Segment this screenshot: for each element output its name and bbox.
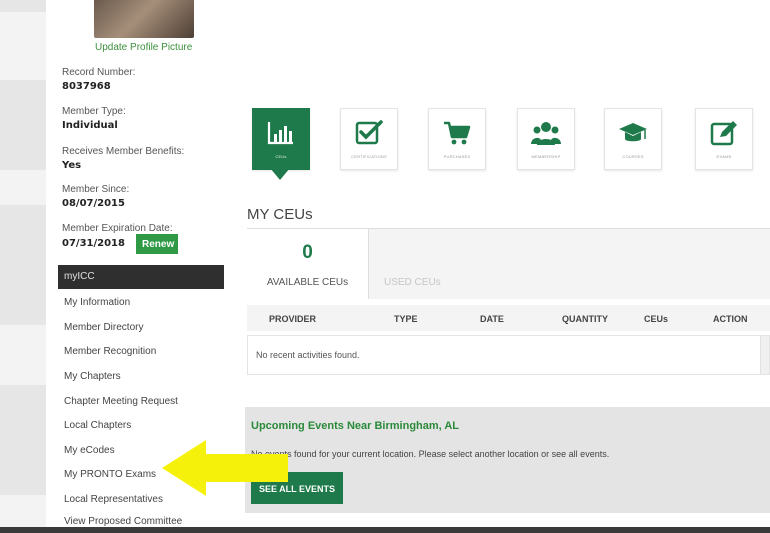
member-type-value: Individual	[62, 120, 118, 131]
available-ceus-count: 0	[302, 242, 313, 263]
nav-item-local-chapters[interactable]: Local Chapters	[64, 420, 131, 431]
ceu-table-body: No recent activities found.	[247, 335, 770, 375]
myicc-nav-title: myICC	[58, 265, 224, 289]
tile-courses-label: COURSES	[622, 154, 644, 159]
column-date: DATE	[480, 314, 504, 324]
tile-exams-label: EXAMS	[716, 154, 732, 159]
tab-used-ceus[interactable]: USED CEUs	[369, 229, 770, 299]
strip-block	[0, 385, 46, 495]
ceu-tabs: 0 AVAILABLE CEUs USED CEUs	[247, 228, 770, 299]
tile-exams[interactable]: EXAMS	[695, 108, 753, 170]
benefits-value: Yes	[62, 160, 82, 171]
yellow-arrow-annotation	[162, 440, 288, 496]
member-since-value: 08/07/2015	[62, 198, 125, 209]
tile-purchases[interactable]: PURCHASES	[428, 108, 486, 170]
left-strip	[0, 0, 46, 533]
member-type-label: Member Type:	[62, 106, 126, 117]
expiration-value: 07/31/2018	[62, 238, 125, 249]
nav-item-member-recognition[interactable]: Member Recognition	[64, 346, 156, 357]
record-number-value: 8037968	[62, 81, 111, 92]
nav-item-view-proposed-committee[interactable]: View Proposed Committee	[64, 516, 182, 527]
section-heading-my-ceus: MY CEUs	[247, 206, 313, 223]
tile-ceus[interactable]: CEUs	[252, 108, 310, 170]
cart-icon	[444, 121, 471, 145]
record-number-label: Record Number:	[62, 67, 136, 78]
column-action: ACTION	[713, 314, 748, 324]
column-provider: PROVIDER	[269, 314, 317, 324]
nav-item-chapter-meeting-request[interactable]: Chapter Meeting Request	[64, 396, 178, 407]
tile-membership-label: MEMBERSHIP	[531, 154, 561, 159]
empty-message: No recent activities found.	[256, 350, 360, 360]
strip-block	[0, 80, 46, 170]
bar-chart-icon	[267, 122, 293, 145]
graduation-cap-icon	[619, 123, 647, 142]
tab-available-ceus[interactable]: 0 AVAILABLE CEUs	[247, 229, 369, 299]
strip-block	[0, 0, 46, 12]
tile-purchases-label: PURCHASES	[443, 154, 471, 159]
group-icon	[531, 122, 561, 145]
nav-item-local-representatives[interactable]: Local Representatives	[64, 494, 163, 505]
nav-item-my-pronto-exams[interactable]: My PRONTO Exams	[64, 469, 156, 480]
table-scrollbar[interactable]	[760, 336, 769, 374]
tab-available-ceus-label: AVAILABLE CEUs	[266, 277, 349, 288]
checkbox-icon	[355, 120, 383, 145]
active-tile-pointer	[270, 168, 290, 180]
ceu-table-header: PROVIDER TYPE DATE QUANTITY CEUs ACTION	[247, 305, 770, 331]
nav-item-member-directory[interactable]: Member Directory	[64, 322, 143, 333]
tile-courses[interactable]: COURSES	[604, 108, 662, 170]
column-quantity: QUANTITY	[562, 314, 608, 324]
update-profile-picture-link[interactable]: Update Profile Picture	[95, 42, 192, 53]
member-since-label: Member Since:	[62, 184, 130, 195]
nav-item-my-chapters[interactable]: My Chapters	[64, 371, 121, 382]
tile-membership[interactable]: MEMBERSHIP	[517, 108, 575, 170]
upcoming-events-panel: Upcoming Events Near Birmingham, AL No e…	[245, 407, 770, 513]
nav-item-my-ecodes[interactable]: My eCodes	[64, 445, 115, 456]
nav-item-my-information[interactable]: My Information	[64, 297, 130, 308]
column-ceus: CEUs	[644, 314, 669, 324]
tab-used-ceus-label: USED CEUs	[384, 277, 441, 288]
avatar[interactable]	[94, 0, 194, 38]
tile-certifications[interactable]: CERTIFICATIONS	[340, 108, 398, 170]
expiration-label: Member Expiration Date:	[62, 223, 173, 234]
tile-certifications-label: CERTIFICATIONS	[351, 154, 387, 159]
events-title: Upcoming Events Near Birmingham, AL	[251, 420, 460, 432]
column-type: TYPE	[394, 314, 418, 324]
taskbar-strip	[0, 527, 770, 533]
tile-ceus-label: CEUs	[275, 154, 287, 159]
strip-block	[0, 205, 46, 325]
edit-icon	[710, 121, 737, 146]
renew-button[interactable]: Renew	[136, 234, 178, 254]
benefits-label: Receives Member Benefits:	[62, 146, 185, 157]
events-message: No events found for your current locatio…	[251, 449, 610, 459]
